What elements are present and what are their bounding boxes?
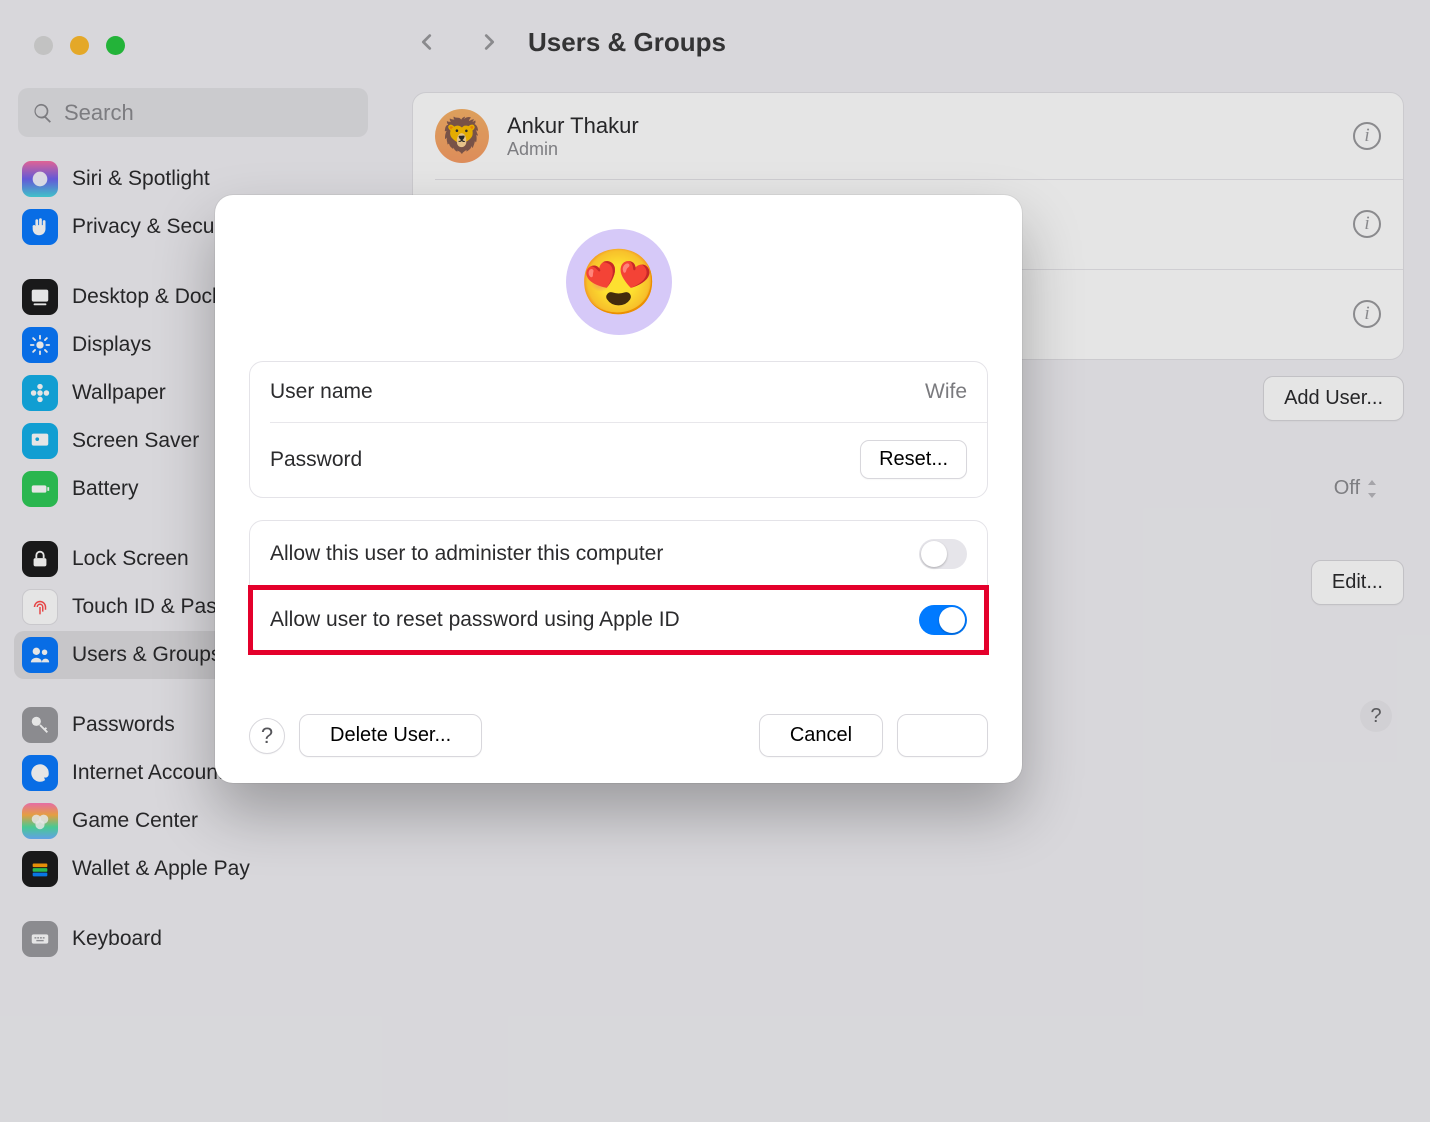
allow-appleid-reset-toggle[interactable] <box>919 605 967 635</box>
page-title: Users & Groups <box>528 27 726 58</box>
add-user-button[interactable]: Add User... <box>1263 376 1404 421</box>
sidebar-item-label: Screen Saver <box>72 429 199 453</box>
keyboard-icon <box>22 921 58 957</box>
header: Users & Groups <box>386 0 1430 84</box>
username-value: Wife <box>925 380 967 404</box>
key-icon <box>22 707 58 743</box>
avatar: 🦁 <box>435 109 489 163</box>
gamecenter-icon <box>22 803 58 839</box>
search-icon <box>32 102 54 124</box>
screensaver-icon <box>22 423 58 459</box>
search-input[interactable]: Search <box>18 88 368 137</box>
user-role: Admin <box>507 139 639 160</box>
hand-icon <box>22 209 58 245</box>
allow-appleid-reset-label: Allow user to reset password using Apple… <box>270 608 680 632</box>
flower-icon <box>22 375 58 411</box>
user-info-button[interactable]: i <box>1353 210 1381 238</box>
forward-button[interactable] <box>478 31 500 53</box>
siri-icon <box>22 161 58 197</box>
sidebar-item-label: Desktop & Dock <box>72 285 223 309</box>
user-edit-modal: 😍 User name Wife Password Reset... Allow… <box>215 195 1022 783</box>
user-row-primary: 🦁 Ankur Thakur Admin i <box>413 93 1403 179</box>
allow-admin-row: Allow this user to administer this compu… <box>250 521 987 587</box>
sun-icon <box>22 327 58 363</box>
back-button[interactable] <box>416 31 438 53</box>
sidebar-item-label: Displays <box>72 333 151 357</box>
allow-appleid-reset-row: Allow user to reset password using Apple… <box>250 587 987 653</box>
auto-login-value: Off <box>1334 477 1378 500</box>
info-icon: i <box>1353 210 1381 238</box>
delete-user-button[interactable]: Delete User... <box>299 714 482 757</box>
help-button[interactable]: ? <box>249 718 285 754</box>
allow-admin-toggle[interactable] <box>919 539 967 569</box>
battery-icon <box>22 471 58 507</box>
sidebar-item-label: Internet Accounts <box>72 761 234 785</box>
sidebar-item-label: Users & Groups <box>72 643 221 667</box>
reset-password-button[interactable]: Reset... <box>860 440 967 479</box>
dock-icon <box>22 279 58 315</box>
sidebar-item-label: Wallet & Apple Pay <box>72 857 250 881</box>
updown-icon <box>1366 480 1378 498</box>
sidebar-item-label: Game Center <box>72 809 198 833</box>
sidebar-item-label: Wallpaper <box>72 381 166 405</box>
password-row: Password Reset... <box>250 422 987 497</box>
fingerprint-icon <box>22 589 58 625</box>
modal-avatar[interactable]: 😍 <box>566 229 672 335</box>
help-button[interactable]: ? <box>1360 700 1392 732</box>
username-row: User name Wife <box>250 362 987 422</box>
sidebar-item-label: Battery <box>72 477 139 501</box>
sidebar-item-game-center[interactable]: Game Center <box>14 797 372 845</box>
username-label: User name <box>270 380 373 404</box>
at-icon <box>22 755 58 791</box>
password-label: Password <box>270 448 362 472</box>
sidebar-item-keyboard[interactable]: Keyboard <box>14 915 372 963</box>
ok-button[interactable]: OK <box>897 714 988 757</box>
user-info-button[interactable]: i <box>1353 300 1381 328</box>
user-info-button[interactable]: i <box>1353 122 1381 150</box>
wallet-icon <box>22 851 58 887</box>
modal-permissions-group: Allow this user to administer this compu… <box>249 520 988 654</box>
modal-credentials-group: User name Wife Password Reset... <box>249 361 988 498</box>
allow-admin-label: Allow this user to administer this compu… <box>270 542 663 566</box>
sidebar-item-label: Siri & Spotlight <box>72 167 210 191</box>
info-icon: i <box>1353 122 1381 150</box>
info-icon: i <box>1353 300 1381 328</box>
search-placeholder: Search <box>64 100 134 126</box>
edit-button[interactable]: Edit... <box>1311 560 1404 605</box>
sidebar-item-label: Keyboard <box>72 927 162 951</box>
cancel-button[interactable]: Cancel <box>759 714 883 757</box>
sidebar-item-wallet-apple-pay[interactable]: Wallet & Apple Pay <box>14 845 372 893</box>
user-name: Ankur Thakur <box>507 113 639 139</box>
users-icon <box>22 637 58 673</box>
sidebar-item-label: Passwords <box>72 713 175 737</box>
lock-icon <box>22 541 58 577</box>
modal-footer: ? Delete User... Cancel OK <box>249 714 988 757</box>
sidebar-item-label: Lock Screen <box>72 547 189 571</box>
